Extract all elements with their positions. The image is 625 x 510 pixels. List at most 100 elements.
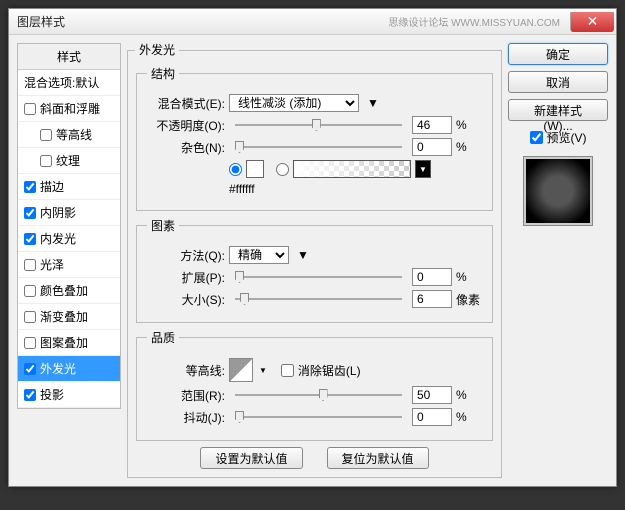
preview-label: 预览(V) [547,129,587,146]
ok-button[interactable]: 确定 [508,43,608,65]
jitter-unit: % [456,410,482,424]
contour-picker[interactable] [229,358,253,382]
style-checkbox[interactable] [24,389,36,401]
range-label: 范围(R): [147,387,225,404]
style-item-label: 纹理 [56,152,80,169]
technique-label: 方法(Q): [147,247,225,264]
technique-select[interactable]: 精确 [229,246,289,264]
spread-unit: % [456,270,482,284]
style-item-label: 内阴影 [40,204,76,221]
styles-header[interactable]: 样式 [18,44,120,70]
spread-label: 扩展(P): [147,269,225,286]
style-item[interactable]: 斜面和浮雕 [18,96,120,122]
style-item[interactable]: 渐变叠加 [18,304,120,330]
dialog-title: 图层样式 [17,13,65,30]
style-checkbox[interactable] [24,363,36,375]
opacity-slider[interactable] [235,118,402,132]
cancel-button[interactable]: 取消 [508,71,608,93]
outer-glow-panel: 结构 混合模式(E): 线性减淡 (添加) ▼ 不透明度(O): % 杂色(N)… [127,50,502,478]
noise-unit: % [456,140,482,154]
noise-input[interactable] [412,138,452,156]
style-item-label: 图案叠加 [40,334,88,351]
range-slider[interactable] [235,388,402,402]
style-checkbox[interactable] [40,129,52,141]
style-item-label: 等高线 [56,126,92,143]
style-item-label: 渐变叠加 [40,308,88,325]
style-item[interactable]: 图案叠加 [18,330,120,356]
color-radio[interactable] [229,163,242,176]
style-item[interactable]: 纹理 [18,148,120,174]
size-unit: 像素 [456,291,482,308]
close-icon[interactable]: ✕ [570,12,614,32]
reset-default-button[interactable]: 复位为默认值 [327,447,429,469]
color-hex: #ffffff [229,182,255,196]
style-checkbox[interactable] [24,233,36,245]
contour-label: 等高线: [147,362,225,379]
style-item-label: 斜面和浮雕 [40,100,100,117]
style-item-label: 投影 [40,386,64,403]
size-label: 大小(S): [147,291,225,308]
spread-slider[interactable] [235,270,402,284]
elements-title: 图素 [147,217,179,234]
style-checkbox[interactable] [24,337,36,349]
blend-mode-select[interactable]: 线性减淡 (添加) [229,94,359,112]
spread-input[interactable] [412,268,452,286]
style-item[interactable]: 投影 [18,382,120,408]
size-input[interactable] [412,290,452,308]
gradient-dropdown-icon[interactable]: ▼ [415,160,431,178]
style-item[interactable]: 内发光 [18,226,120,252]
style-item[interactable]: 外发光 [18,356,120,382]
range-unit: % [456,388,482,402]
gradient-radio[interactable] [276,163,289,176]
quality-title: 品质 [147,329,179,346]
chevron-down-icon[interactable]: ▼ [259,366,267,375]
elements-group: 图素 方法(Q): 精确 ▼ 扩展(P): % 大小(S): [136,217,493,323]
antialias-label: 消除锯齿(L) [298,362,361,379]
color-swatch[interactable] [246,160,264,178]
styles-list: 样式 混合选项:默认 斜面和浮雕等高线纹理描边内阴影内发光光泽颜色叠加渐变叠加图… [17,43,121,409]
style-item-label: 描边 [40,178,64,195]
antialias-checkbox[interactable] [281,364,294,377]
style-item[interactable]: 描边 [18,174,120,200]
style-item[interactable]: 等高线 [18,122,120,148]
range-input[interactable] [412,386,452,404]
style-item-label: 颜色叠加 [40,282,88,299]
style-item-label: 光泽 [40,256,64,273]
blend-mode-label: 混合模式(E): [147,95,225,112]
style-checkbox[interactable] [24,311,36,323]
opacity-input[interactable] [412,116,452,134]
panel-title: 外发光 [135,41,179,58]
style-checkbox[interactable] [24,259,36,271]
noise-slider[interactable] [235,140,402,154]
jitter-label: 抖动(J): [147,409,225,426]
preview-thumbnail [523,156,593,226]
new-style-button[interactable]: 新建样式(W)... [508,99,608,121]
opacity-label: 不透明度(O): [147,117,225,134]
style-item[interactable]: 内阴影 [18,200,120,226]
jitter-slider[interactable] [235,410,402,424]
opacity-unit: % [456,118,482,132]
chevron-down-icon[interactable]: ▼ [297,248,309,262]
style-checkbox[interactable] [24,181,36,193]
gradient-picker[interactable] [293,160,411,178]
style-item[interactable]: 光泽 [18,252,120,278]
titlebar[interactable]: 图层样式 思缘设计论坛 WWW.MISSYUAN.COM ✕ [9,9,616,35]
make-default-button[interactable]: 设置为默认值 [200,447,302,469]
layer-style-dialog: 图层样式 思缘设计论坛 WWW.MISSYUAN.COM ✕ 样式 混合选项:默… [8,8,617,487]
chevron-down-icon[interactable]: ▼ [367,96,379,110]
style-checkbox[interactable] [24,207,36,219]
jitter-input[interactable] [412,408,452,426]
quality-group: 品质 等高线: ▼ 消除锯齿(L) 范围(R): % [136,329,493,441]
preview-checkbox[interactable] [530,131,543,144]
structure-group: 结构 混合模式(E): 线性减淡 (添加) ▼ 不透明度(O): % 杂色(N)… [136,65,493,211]
style-item-label: 外发光 [40,360,76,377]
watermark-text: 思缘设计论坛 WWW.MISSYUAN.COM [388,14,564,29]
style-checkbox[interactable] [24,103,36,115]
style-item-label: 内发光 [40,230,76,247]
size-slider[interactable] [235,292,402,306]
noise-label: 杂色(N): [147,139,225,156]
blending-options-item[interactable]: 混合选项:默认 [18,70,120,96]
style-checkbox[interactable] [40,155,52,167]
style-item[interactable]: 颜色叠加 [18,278,120,304]
style-checkbox[interactable] [24,285,36,297]
